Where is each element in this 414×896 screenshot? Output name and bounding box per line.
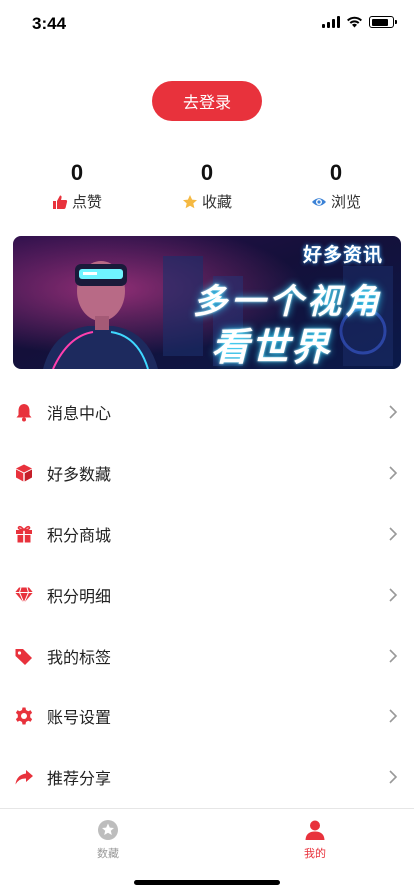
stat-favorites[interactable]: 0 收藏 [147,160,267,212]
chevron-right-icon [389,405,398,419]
menu-item-label: 消息中心 [47,404,112,424]
stat-views-value: 0 [329,160,343,185]
menu-item-points-mall[interactable]: 积分商城 [0,504,414,565]
diamond-icon [15,587,33,605]
tab-label: 数藏 [97,847,119,860]
signal-icon [322,16,340,28]
stat-favorites-value: 0 [200,160,214,185]
tab-label: 我的 [304,847,326,860]
eye-icon [311,197,326,206]
status-icons [322,16,397,28]
chevron-right-icon [389,709,398,723]
tab-collectibles[interactable]: 数藏 [58,819,158,861]
stat-likes-value: 0 [70,160,84,185]
menu-item-messages[interactable]: 消息中心 [0,382,414,443]
menu-item-label: 好多数藏 [47,465,112,485]
wifi-icon [347,16,362,28]
banner-brand: 好多资讯 [302,244,383,266]
menu-item-share[interactable]: 推荐分享 [0,747,414,808]
tag-icon [15,648,32,665]
user-icon [305,820,325,840]
menu-item-my-tags[interactable]: 我的标签 [0,625,414,686]
menu-item-label: 推荐分享 [47,769,112,789]
menu-item-label: 我的标签 [47,647,112,667]
stat-views[interactable]: 0 浏览 [276,160,396,212]
menu-item-label: 积分明细 [47,586,112,606]
chevron-right-icon [389,649,398,663]
promo-banner[interactable]: 好多资讯 多一个视角 看世界 [13,236,401,369]
gear-icon [15,707,33,725]
bell-icon [16,404,32,422]
chevron-right-icon [389,770,398,784]
login-button[interactable]: 去登录 [152,81,262,121]
home-indicator [134,880,280,885]
cube-icon [16,464,32,482]
stat-likes-label: 点赞 [71,193,102,211]
menu-item-collectibles[interactable]: 好多数藏 [0,443,414,504]
thumbs-up-icon [52,195,68,209]
menu-item-points-detail[interactable]: 积分明细 [0,564,414,625]
status-time: 3:44 [32,14,67,33]
stat-views-label: 浏览 [330,193,361,211]
star-icon [182,194,197,208]
status-bar: 3:44 [0,0,414,48]
stat-favorites-label: 收藏 [201,193,232,211]
menu-item-label: 账号设置 [47,708,112,728]
gift-icon [16,525,32,543]
chevron-right-icon [389,527,398,541]
tab-mine[interactable]: 我的 [265,819,365,861]
menu-item-label: 积分商城 [47,525,112,545]
menu-list: 消息中心 好多数藏 积分商城 积分明细 我的标签 账号设置 推荐分享 [0,382,414,808]
banner-headline-2: 看世界 [211,324,332,369]
star-circle-icon [98,820,118,840]
chevron-right-icon [389,466,398,480]
share-icon [15,770,33,785]
chevron-right-icon [389,588,398,602]
battery-icon [369,16,397,28]
menu-item-account-settings[interactable]: 账号设置 [0,686,414,747]
stats-row: 0 点赞 0 收藏 0 浏览 [0,160,414,216]
stat-likes[interactable]: 0 点赞 [17,160,137,212]
